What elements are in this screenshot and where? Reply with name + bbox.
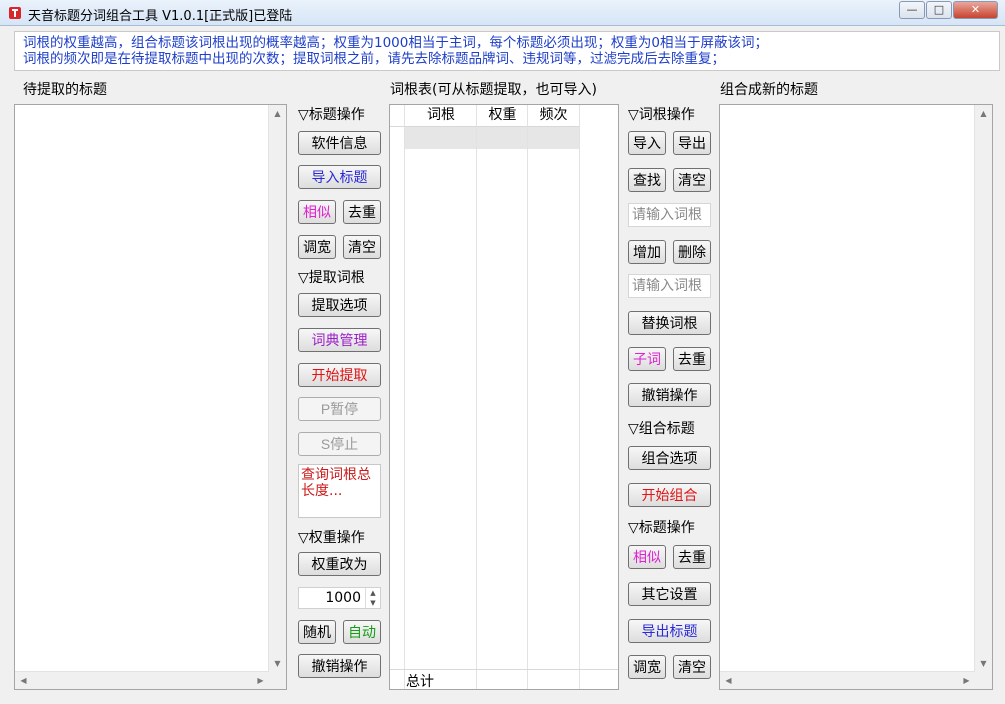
- root-ops-section: ▽词根操作: [628, 107, 695, 123]
- scroll-left-icon[interactable]: ◀: [15, 672, 32, 689]
- column-divider: [527, 105, 528, 689]
- scroll-up-icon[interactable]: ▲: [975, 105, 992, 122]
- column-divider: [579, 105, 580, 689]
- software-info-button[interactable]: 软件信息: [298, 131, 381, 155]
- table-row[interactable]: [405, 127, 579, 149]
- root-input-1[interactable]: 请输入词根: [628, 203, 711, 227]
- scroll-up-icon[interactable]: ▲: [269, 105, 286, 122]
- pending-titles-label: 待提取的标题: [23, 82, 107, 98]
- app-icon: [7, 6, 23, 20]
- info-banner: 词根的权重越高，组合标题该词根出现的概率越高；权重为1000相当于主词，每个标题…: [14, 31, 1000, 71]
- replace-root-button[interactable]: 替换词根: [628, 311, 711, 335]
- export-roots-button[interactable]: 导出: [673, 131, 711, 155]
- scroll-right-icon[interactable]: ▶: [252, 672, 269, 689]
- column-divider: [404, 105, 405, 689]
- dictionary-button[interactable]: 词典管理: [298, 328, 381, 352]
- extract-status: 查询词根总长度...: [298, 464, 381, 518]
- column-header-frequency[interactable]: 频次: [528, 105, 579, 125]
- weight-value[interactable]: 1000: [299, 590, 361, 606]
- pause-button[interactable]: P暂停: [298, 397, 381, 421]
- title-bar: 天音标题分词组合工具 V1.0.1[正式版]已登陆 — □ ✕: [0, 0, 1005, 26]
- stop-button[interactable]: S停止: [298, 432, 381, 456]
- total-label: 总计: [406, 674, 434, 690]
- import-roots-button[interactable]: 导入: [628, 131, 666, 155]
- extract-section: ▽提取词根: [298, 270, 365, 286]
- extract-options-button[interactable]: 提取选项: [298, 293, 381, 317]
- root-table-header: 词根 权重 频次: [390, 105, 580, 127]
- scroll-down-icon[interactable]: ▼: [975, 655, 992, 672]
- new-titles-vscrollbar[interactable]: ▲ ▼: [974, 105, 992, 672]
- weight-stepper[interactable]: 1000 ▲ ▼: [298, 587, 381, 609]
- clear-titles-button[interactable]: 清空: [343, 235, 381, 259]
- random-button[interactable]: 随机: [298, 620, 336, 644]
- scroll-corner: [269, 672, 286, 689]
- similar-button[interactable]: 相似: [298, 200, 336, 224]
- weight-section: ▽权重操作: [298, 530, 365, 546]
- undo-roots-button[interactable]: 撤销操作: [628, 383, 711, 407]
- scroll-corner: [975, 672, 992, 689]
- scroll-left-icon[interactable]: ◀: [720, 672, 737, 689]
- similar-new-button[interactable]: 相似: [628, 545, 666, 569]
- new-titles-textarea[interactable]: ▲ ▼ ◀ ▶: [719, 104, 993, 690]
- dedupe-button[interactable]: 去重: [343, 200, 381, 224]
- import-titles-button[interactable]: 导入标题: [298, 165, 381, 189]
- title-ops2-section: ▽标题操作: [628, 520, 695, 536]
- stepper-up-icon[interactable]: ▲: [365, 588, 380, 598]
- delete-root-button[interactable]: 删除: [673, 240, 711, 264]
- pending-titles-hscrollbar[interactable]: ◀ ▶: [15, 671, 269, 689]
- close-button[interactable]: ✕: [953, 1, 998, 19]
- column-divider: [476, 105, 477, 689]
- start-combine-button[interactable]: 开始组合: [628, 483, 711, 507]
- column-header-weight[interactable]: 权重: [477, 105, 528, 125]
- combine-options-button[interactable]: 组合选项: [628, 446, 711, 470]
- change-weight-button[interactable]: 权重改为: [298, 552, 381, 576]
- undo-weight-button[interactable]: 撤销操作: [298, 654, 381, 678]
- auto-button[interactable]: 自动: [343, 620, 381, 644]
- new-titles-hscrollbar[interactable]: ◀ ▶: [720, 671, 975, 689]
- widen-button[interactable]: 调宽: [298, 235, 336, 259]
- pending-titles-vscrollbar[interactable]: ▲ ▼: [268, 105, 286, 672]
- add-root-button[interactable]: 增加: [628, 240, 666, 264]
- root-input-2[interactable]: 请输入词根: [628, 274, 711, 298]
- info-line-1: 词根的权重越高，组合标题该词根出现的概率越高；权重为1000相当于主词，每个标题…: [23, 35, 768, 51]
- root-table-label: 词根表(可从标题提取，也可导入): [390, 82, 597, 98]
- clear-new-button[interactable]: 清空: [673, 655, 711, 679]
- maximize-button[interactable]: □: [926, 1, 952, 19]
- combine-section: ▽组合标题: [628, 421, 695, 437]
- root-table[interactable]: 词根 权重 频次 总计: [389, 104, 619, 690]
- clear-roots-button[interactable]: 清空: [673, 168, 711, 192]
- find-button[interactable]: 查找: [628, 168, 666, 192]
- window-title: 天音标题分词组合工具 V1.0.1[正式版]已登陆: [28, 9, 293, 24]
- pending-titles-textarea[interactable]: ▲ ▼ ◀ ▶: [14, 104, 287, 690]
- dedupe-new-button[interactable]: 去重: [673, 545, 711, 569]
- new-titles-label: 组合成新的标题: [720, 82, 818, 98]
- dedupe-roots-button[interactable]: 去重: [673, 347, 711, 371]
- title-ops-section: ▽标题操作: [298, 107, 365, 123]
- export-titles-button[interactable]: 导出标题: [628, 619, 711, 643]
- minimize-button[interactable]: —: [899, 1, 925, 19]
- scroll-down-icon[interactable]: ▼: [269, 655, 286, 672]
- subword-button[interactable]: 子词: [628, 347, 666, 371]
- column-header-root[interactable]: 词根: [405, 105, 477, 125]
- other-settings-button[interactable]: 其它设置: [628, 582, 711, 606]
- info-line-2: 词根的频次即是在待提取标题中出现的次数；提取词根之前，请先去除标题品牌词、违规词…: [23, 51, 725, 67]
- start-extract-button[interactable]: 开始提取: [298, 363, 381, 387]
- table-footer: 总计: [390, 669, 618, 690]
- scroll-right-icon[interactable]: ▶: [958, 672, 975, 689]
- widen-new-button[interactable]: 调宽: [628, 655, 666, 679]
- stepper-down-icon[interactable]: ▼: [365, 598, 380, 608]
